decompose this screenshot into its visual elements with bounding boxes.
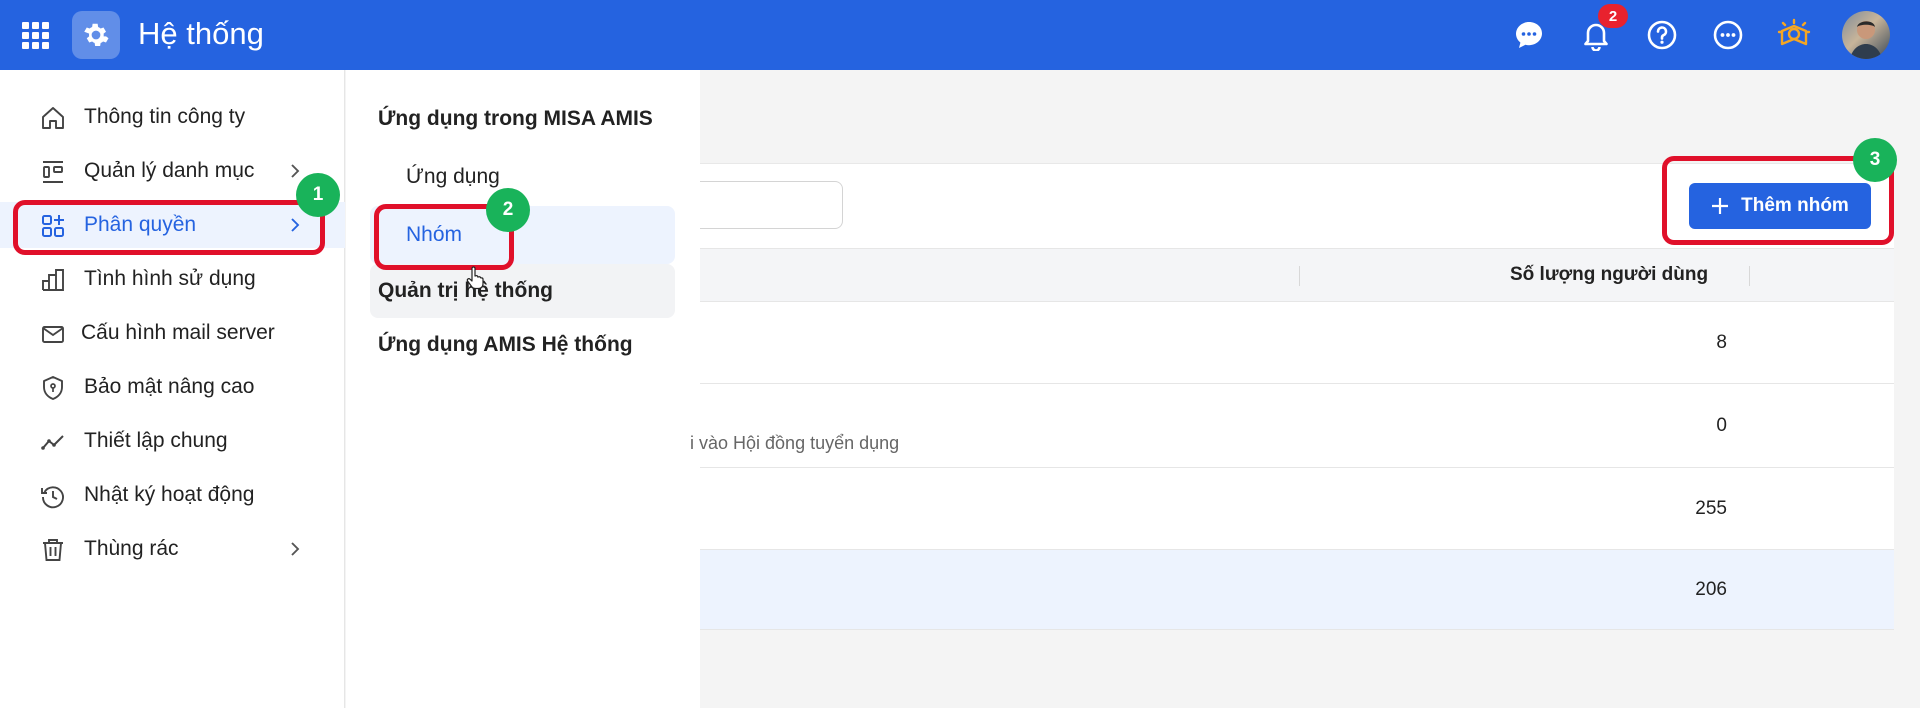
avatar[interactable] <box>1842 11 1890 59</box>
user-count-cell: 0 <box>1716 415 1727 436</box>
gear-icon <box>72 11 120 59</box>
sidebar-item-label: Nhật ký hoạt động <box>84 483 255 506</box>
history-icon <box>41 486 64 509</box>
chevron-right-icon <box>291 542 300 556</box>
shield-icon <box>43 376 63 400</box>
sidebar-item-label: Cấu hình mail server <box>81 321 275 344</box>
column-divider[interactable] <box>1299 266 1300 286</box>
column-divider[interactable] <box>1749 266 1750 286</box>
chat-icon[interactable] <box>1509 15 1549 55</box>
chevron-right-icon <box>291 164 300 178</box>
submenu-section-misa-amis-apps: Ứng dụng trong MISA AMIS <box>378 107 653 130</box>
home-icon <box>42 107 64 129</box>
user-count-cell: 206 <box>1695 579 1727 600</box>
sidebar-item-general-settings[interactable]: Thiết lập chung <box>0 418 345 464</box>
bar-chart-icon <box>42 269 64 291</box>
sidebar-item-label: Thùng rác <box>84 537 179 560</box>
hand-cursor-icon <box>466 266 484 290</box>
sidebar-item-category[interactable]: Quản lý danh mục <box>0 148 345 194</box>
sidebar-item-label: Quản lý danh mục <box>84 159 255 182</box>
sidebar-item-trash[interactable]: Thùng rác <box>0 526 345 572</box>
category-icon <box>43 161 63 183</box>
step-badge-3: 3 <box>1853 138 1897 182</box>
sidebar-item-label: Tình hình sử dụng <box>84 267 256 290</box>
group-description: i vào Hội đồng tuyển dụng <box>690 433 900 453</box>
notification-badge: 2 <box>1598 4 1628 28</box>
sidebar-item-mail-server[interactable]: Cấu hình mail server <box>0 310 345 356</box>
sidebar-item-label: Thông tin công ty <box>84 105 246 128</box>
lightbulb-icon[interactable] <box>1774 15 1814 55</box>
app-title: Hệ thống <box>138 16 264 51</box>
trend-icon <box>41 435 64 450</box>
sidebar-item-company-info[interactable]: Thông tin công ty <box>0 94 345 140</box>
trash-icon <box>43 539 63 561</box>
sidebar-item-usage[interactable]: Tình hình sử dụng <box>0 256 345 302</box>
apps-grid-icon[interactable] <box>22 22 49 49</box>
sidebar-item-security[interactable]: Bảo mật nâng cao <box>0 364 345 410</box>
search-input[interactable] <box>700 181 843 229</box>
mail-icon <box>42 326 64 343</box>
more-icon[interactable] <box>1708 15 1748 55</box>
user-count-cell: 8 <box>1716 332 1727 353</box>
user-count-cell: 255 <box>1695 498 1727 519</box>
submenu-panel <box>346 70 700 708</box>
sidebar-item-activity-log[interactable]: Nhật ký hoạt động <box>0 472 345 518</box>
top-bar: Hệ thống 2 <box>0 0 1920 70</box>
submenu-item-apps[interactable]: Ứng dụng <box>406 165 500 189</box>
step-badge-2: 2 <box>486 188 530 232</box>
sidebar-item-label: Bảo mật nâng cao <box>84 375 255 398</box>
step-badge-1: 1 <box>296 173 340 217</box>
help-icon[interactable] <box>1642 15 1682 55</box>
sidebar-item-label: Thiết lập chung <box>84 429 228 452</box>
table-header <box>700 248 1894 302</box>
highlight-box-permission <box>13 200 325 255</box>
column-user-count[interactable]: Số lượng người dùng <box>1510 264 1708 286</box>
submenu-section-amis-system-apps[interactable]: Ứng dụng AMIS Hệ thống <box>378 333 633 357</box>
